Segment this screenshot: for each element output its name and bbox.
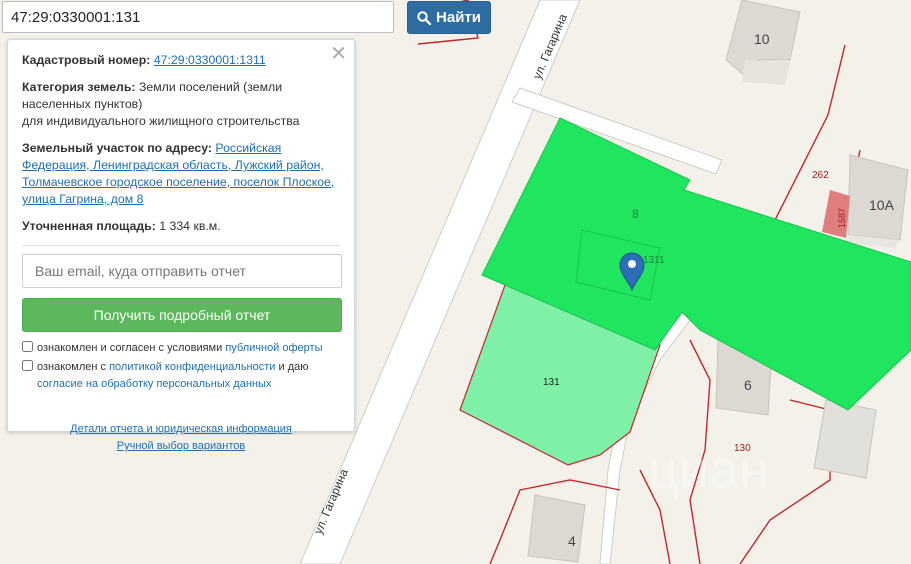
parcel-info-panel: ✕ Кадастровый номер: 47:29:0330001:1311 …	[7, 39, 355, 452]
parcel-label: 8	[632, 207, 639, 221]
address-label: Земельный участок по адресу:	[22, 141, 212, 155]
cadastral-label: Кадастровый номер:	[22, 53, 151, 67]
manual-choice-link[interactable]: Ручной выбор вариантов	[22, 438, 340, 455]
offer-checkbox[interactable]	[22, 341, 33, 352]
search-button-label: Найти	[436, 9, 481, 26]
close-icon[interactable]: ✕	[330, 44, 347, 64]
panel-links: Детали отчета и юридическая информация Р…	[22, 421, 340, 455]
house-number: 10А	[869, 197, 895, 213]
search-icon	[417, 10, 432, 25]
parcel-label: 131	[543, 377, 560, 388]
area-row: Уточненная площадь: 1 334 кв.м.	[22, 218, 340, 235]
cadastral-link[interactable]: 47:29:0330001:1311	[154, 53, 266, 67]
area-value: 1 334 кв.м.	[159, 219, 221, 233]
offer-consent-text: ознакомлен и согласен с условиями	[37, 342, 226, 354]
offer-consent: ознакомлен и согласен с условиями публич…	[22, 340, 340, 357]
parcel-label: 1587	[837, 208, 847, 228]
personal-data-link[interactable]: согласие на обработку персональных данны…	[37, 378, 271, 390]
email-field[interactable]	[22, 254, 342, 288]
privacy-consent-text: ознакомлен с	[37, 361, 110, 373]
parcel-label: 262	[812, 170, 829, 181]
privacy-checkbox[interactable]	[22, 360, 33, 371]
category-row: Категория земель: Земли поселений (земли…	[22, 79, 340, 130]
privacy-link[interactable]: политикой конфиденциальности	[109, 361, 275, 373]
search-button[interactable]: Найти	[407, 1, 491, 34]
privacy-consent-suffix: и даю	[275, 361, 309, 373]
report-details-link[interactable]: Детали отчета и юридическая информация	[22, 421, 340, 438]
offer-link[interactable]: публичной оферты	[225, 342, 322, 354]
area-label: Уточненная площадь:	[22, 219, 156, 233]
privacy-consent: ознакомлен с политикой конфиденциальност…	[22, 359, 340, 393]
house-number: 10	[754, 31, 770, 47]
divider	[22, 245, 340, 246]
address-row: Земельный участок по адресу: Российская …	[22, 140, 340, 208]
get-report-button[interactable]: Получить подробный отчет	[22, 298, 342, 332]
cadastral-row: Кадастровый номер: 47:29:0330001:1311	[22, 52, 340, 69]
parcel-label: 1311	[643, 255, 665, 266]
map-watermark: циан	[648, 440, 769, 500]
house-number: 4	[568, 533, 576, 549]
search-input[interactable]	[2, 1, 394, 33]
category-value-2: для индивидуального жилищного строительс…	[22, 114, 300, 128]
house-number: 6	[744, 377, 752, 393]
category-label: Категория земель:	[22, 80, 136, 94]
